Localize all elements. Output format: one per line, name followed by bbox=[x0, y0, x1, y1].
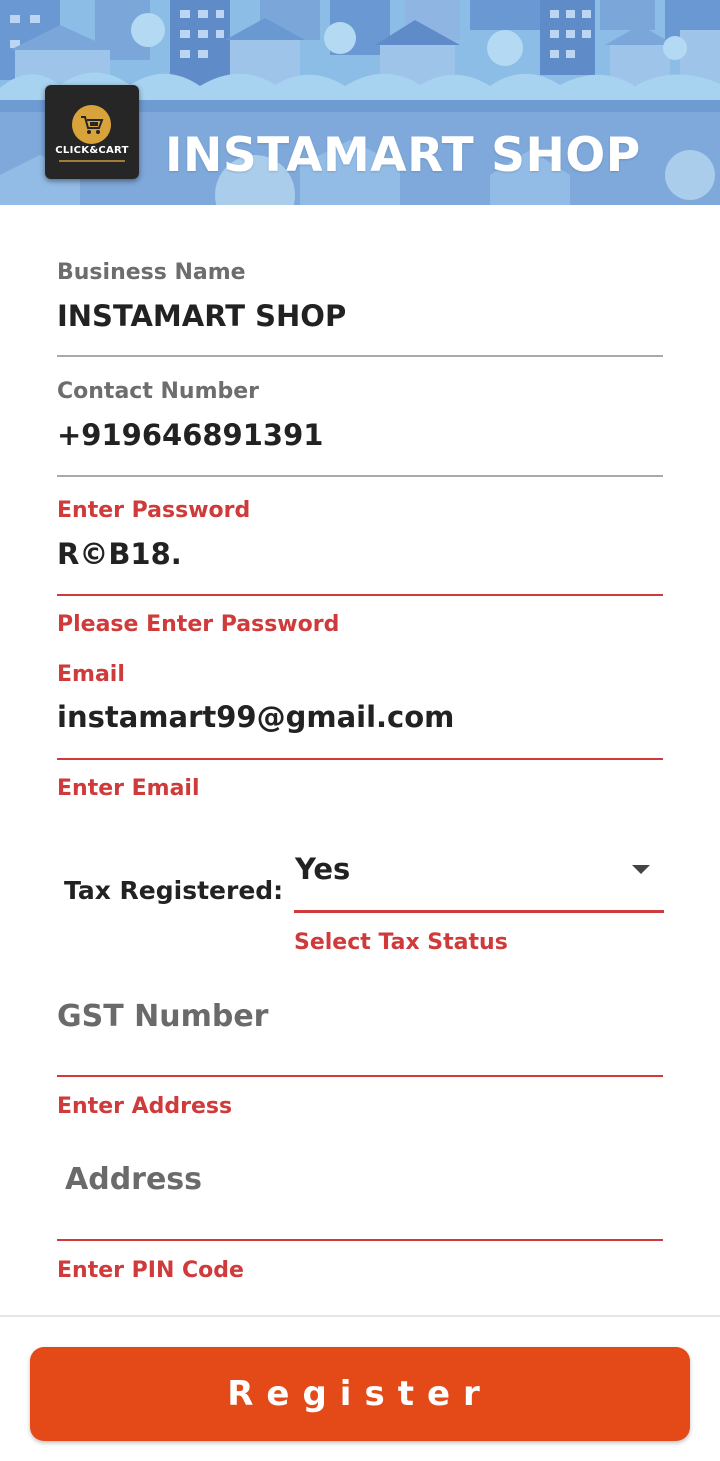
header-banner: CLICK&CART INSTAMART SHOP bbox=[0, 0, 720, 205]
password-error: Please Enter Password bbox=[57, 612, 340, 637]
contact-number-underline bbox=[57, 475, 663, 477]
email-error: Enter Email bbox=[57, 776, 200, 801]
gst-number-input[interactable]: GST Number bbox=[57, 999, 268, 1034]
password-label: Enter Password bbox=[57, 498, 251, 523]
email-underline bbox=[57, 758, 663, 760]
app-logo: CLICK&CART bbox=[45, 85, 139, 179]
tax-registered-label: Tax Registered: bbox=[64, 876, 284, 905]
pin-code-error: Enter PIN Code bbox=[57, 1258, 244, 1283]
address-input[interactable]: Address bbox=[65, 1162, 202, 1197]
bottom-divider bbox=[0, 1315, 720, 1317]
contact-number-label: Contact Number bbox=[57, 379, 260, 404]
business-name-field[interactable]: INSTAMART SHOP bbox=[57, 299, 346, 333]
dropdown-arrow-icon[interactable] bbox=[632, 865, 650, 874]
logo-text: CLICK&CART bbox=[55, 145, 129, 156]
contact-number-field[interactable]: +919646891391 bbox=[57, 418, 323, 452]
tax-status-underline bbox=[294, 910, 664, 913]
gst-address-error: Enter Address bbox=[57, 1094, 233, 1119]
email-field[interactable]: instamart99@gmail.com bbox=[57, 700, 454, 734]
password-field[interactable]: R©B18. bbox=[57, 537, 182, 571]
password-underline bbox=[57, 594, 663, 596]
business-name-underline bbox=[57, 355, 663, 357]
cart-logo-icon bbox=[72, 105, 111, 144]
business-name-label: Business Name bbox=[57, 260, 246, 285]
tax-status-selected[interactable]: Yes bbox=[295, 852, 350, 886]
email-label: Email bbox=[57, 662, 125, 687]
tax-status-error: Select Tax Status bbox=[294, 930, 508, 955]
gst-number-underline bbox=[57, 1075, 663, 1077]
page-title: INSTAMART SHOP bbox=[165, 128, 641, 183]
register-button[interactable]: Register bbox=[30, 1347, 690, 1441]
address-underline bbox=[57, 1239, 663, 1241]
